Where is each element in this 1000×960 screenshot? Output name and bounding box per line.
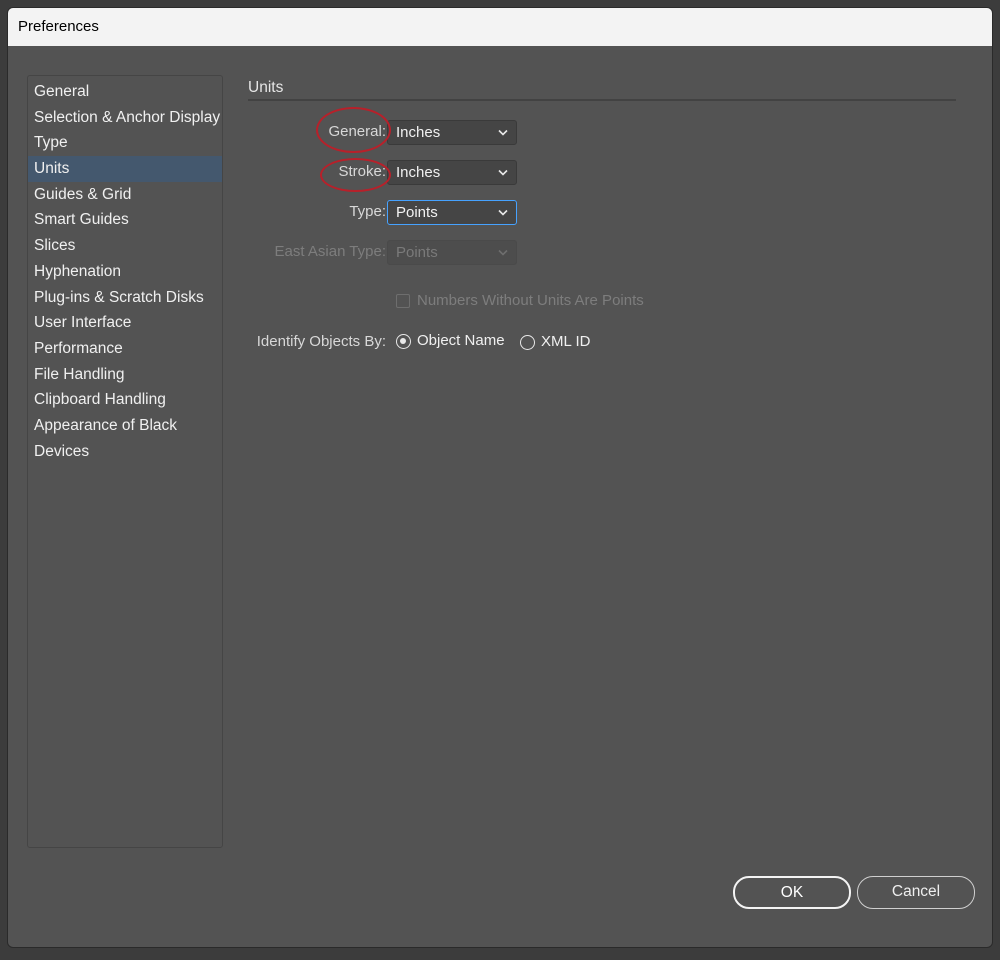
numbers-without-units-checkbox xyxy=(396,294,410,308)
sidebar-item-plugins-scratch-disks[interactable]: Plug-ins & Scratch Disks xyxy=(28,285,222,311)
chevron-down-icon xyxy=(498,249,508,256)
sidebar-item-appearance-of-black[interactable]: Appearance of Black xyxy=(28,413,222,439)
sidebar-item-type[interactable]: Type xyxy=(28,130,222,156)
sidebar-item-performance[interactable]: Performance xyxy=(28,336,222,362)
sidebar-item-selection-anchor-display[interactable]: Selection & Anchor Display xyxy=(28,105,222,131)
sidebar-item-user-interface[interactable]: User Interface xyxy=(28,310,222,336)
general-units-select[interactable]: Inches xyxy=(387,120,517,145)
sidebar-item-devices[interactable]: Devices xyxy=(28,439,222,465)
sidebar-item-slices[interactable]: Slices xyxy=(28,233,222,259)
cancel-button[interactable]: Cancel xyxy=(857,876,975,909)
section-divider xyxy=(248,99,956,101)
stroke-units-label: Stroke: xyxy=(338,163,386,180)
chevron-down-icon xyxy=(498,169,508,176)
type-units-select[interactable]: Points xyxy=(387,200,517,225)
preferences-dialog: Preferences General Selection & Anchor D… xyxy=(7,7,993,948)
east-asian-type-label: East Asian Type: xyxy=(274,243,386,260)
sidebar-item-units[interactable]: Units xyxy=(28,156,222,182)
east-asian-type-select: Points xyxy=(387,240,517,265)
xml-id-radio[interactable] xyxy=(520,335,535,350)
type-units-value: Points xyxy=(396,204,438,221)
general-units-value: Inches xyxy=(396,124,441,141)
sidebar-item-file-handling[interactable]: File Handling xyxy=(28,362,222,388)
stroke-units-value: Inches xyxy=(396,164,441,181)
units-panel: Units General: Inches Stroke: Inches Typ… xyxy=(248,75,958,775)
sidebar-item-smart-guides[interactable]: Smart Guides xyxy=(28,207,222,233)
sidebar-item-hyphenation[interactable]: Hyphenation xyxy=(28,259,222,285)
object-name-label[interactable]: Object Name xyxy=(417,332,505,349)
stroke-units-select[interactable]: Inches xyxy=(387,160,517,185)
type-units-label: Type: xyxy=(349,203,386,220)
sidebar-item-clipboard-handling[interactable]: Clipboard Handling xyxy=(28,387,222,413)
category-list: General Selection & Anchor Display Type … xyxy=(27,75,223,848)
sidebar-item-general[interactable]: General xyxy=(28,79,222,105)
ok-button[interactable]: OK xyxy=(733,876,851,909)
sidebar-item-guides-grid[interactable]: Guides & Grid xyxy=(28,182,222,208)
identify-objects-label: Identify Objects By: xyxy=(256,333,386,350)
window-title: Preferences xyxy=(8,8,992,46)
general-units-label: General: xyxy=(328,123,386,140)
chevron-down-icon xyxy=(498,209,508,216)
east-asian-type-value: Points xyxy=(396,244,438,261)
xml-id-label[interactable]: XML ID xyxy=(541,333,590,350)
object-name-radio[interactable] xyxy=(396,334,411,349)
section-title: Units xyxy=(248,79,284,96)
numbers-without-units-label: Numbers Without Units Are Points xyxy=(417,292,644,309)
chevron-down-icon xyxy=(498,129,508,136)
